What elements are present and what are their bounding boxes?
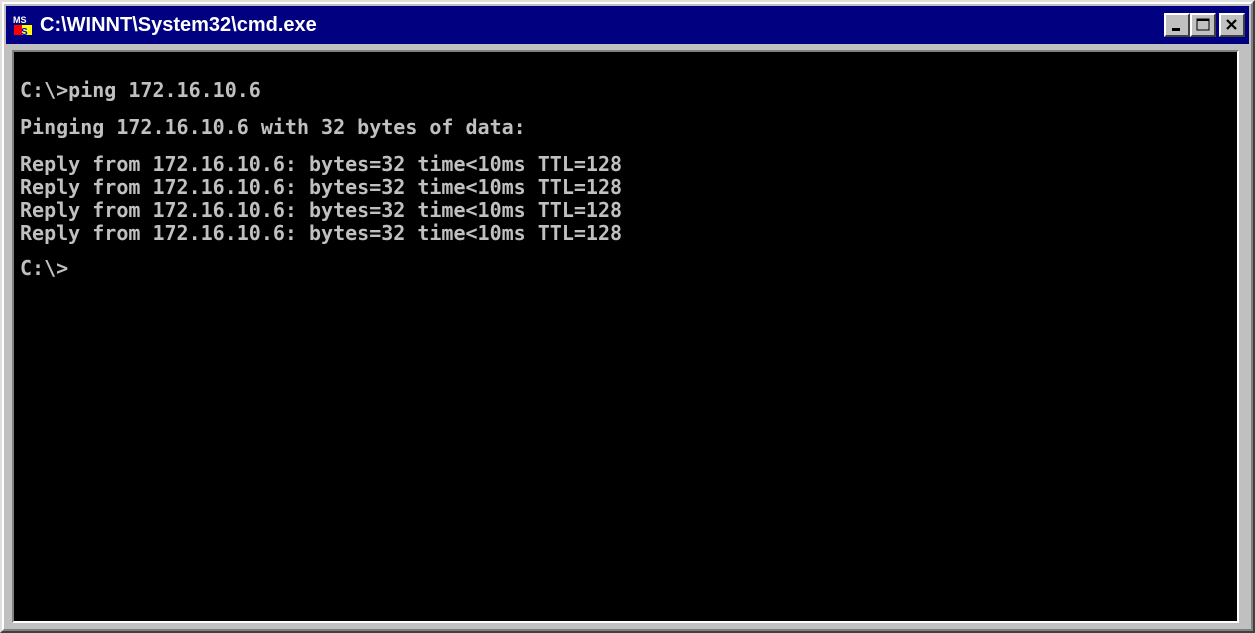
console-line-prompt: C:\> (20, 256, 69, 280)
caption-buttons (1164, 13, 1245, 37)
title-bar[interactable]: MS S C:\WINNT\System32\cmd.exe (6, 6, 1249, 44)
console-line-reply: Reply from 172.16.10.6: bytes=32 time<10… (20, 175, 623, 199)
svg-text:MS: MS (13, 15, 27, 25)
console-text: C:\>ping 172.16.10.6 Pinging 172.16.10.6 … (14, 52, 1237, 281)
close-button[interactable] (1219, 13, 1245, 37)
minimize-icon (1172, 28, 1180, 31)
svg-text:S: S (21, 27, 28, 36)
ms-dos-icon[interactable]: MS S (12, 14, 34, 38)
minimize-button[interactable] (1164, 13, 1190, 37)
window-title: C:\WINNT\System32\cmd.exe (40, 13, 317, 36)
maximize-button[interactable] (1190, 13, 1216, 37)
console-line-pinging: Pinging 172.16.10.6 with 32 bytes of dat… (20, 115, 526, 139)
console-line-command: C:\>ping 172.16.10.6 (20, 78, 261, 102)
console-output[interactable]: C:\>ping 172.16.10.6 Pinging 172.16.10.6 … (12, 50, 1239, 623)
console-line-reply: Reply from 172.16.10.6: bytes=32 time<10… (20, 221, 623, 245)
maximize-icon (1196, 18, 1210, 31)
console-line-reply: Reply from 172.16.10.6: bytes=32 time<10… (20, 198, 623, 222)
close-icon (1226, 19, 1237, 30)
console-line-reply: Reply from 172.16.10.6: bytes=32 time<10… (20, 152, 623, 176)
cmd-window[interactable]: MS S C:\WINNT\System32\cmd.exe C:\>ping … (0, 0, 1255, 633)
